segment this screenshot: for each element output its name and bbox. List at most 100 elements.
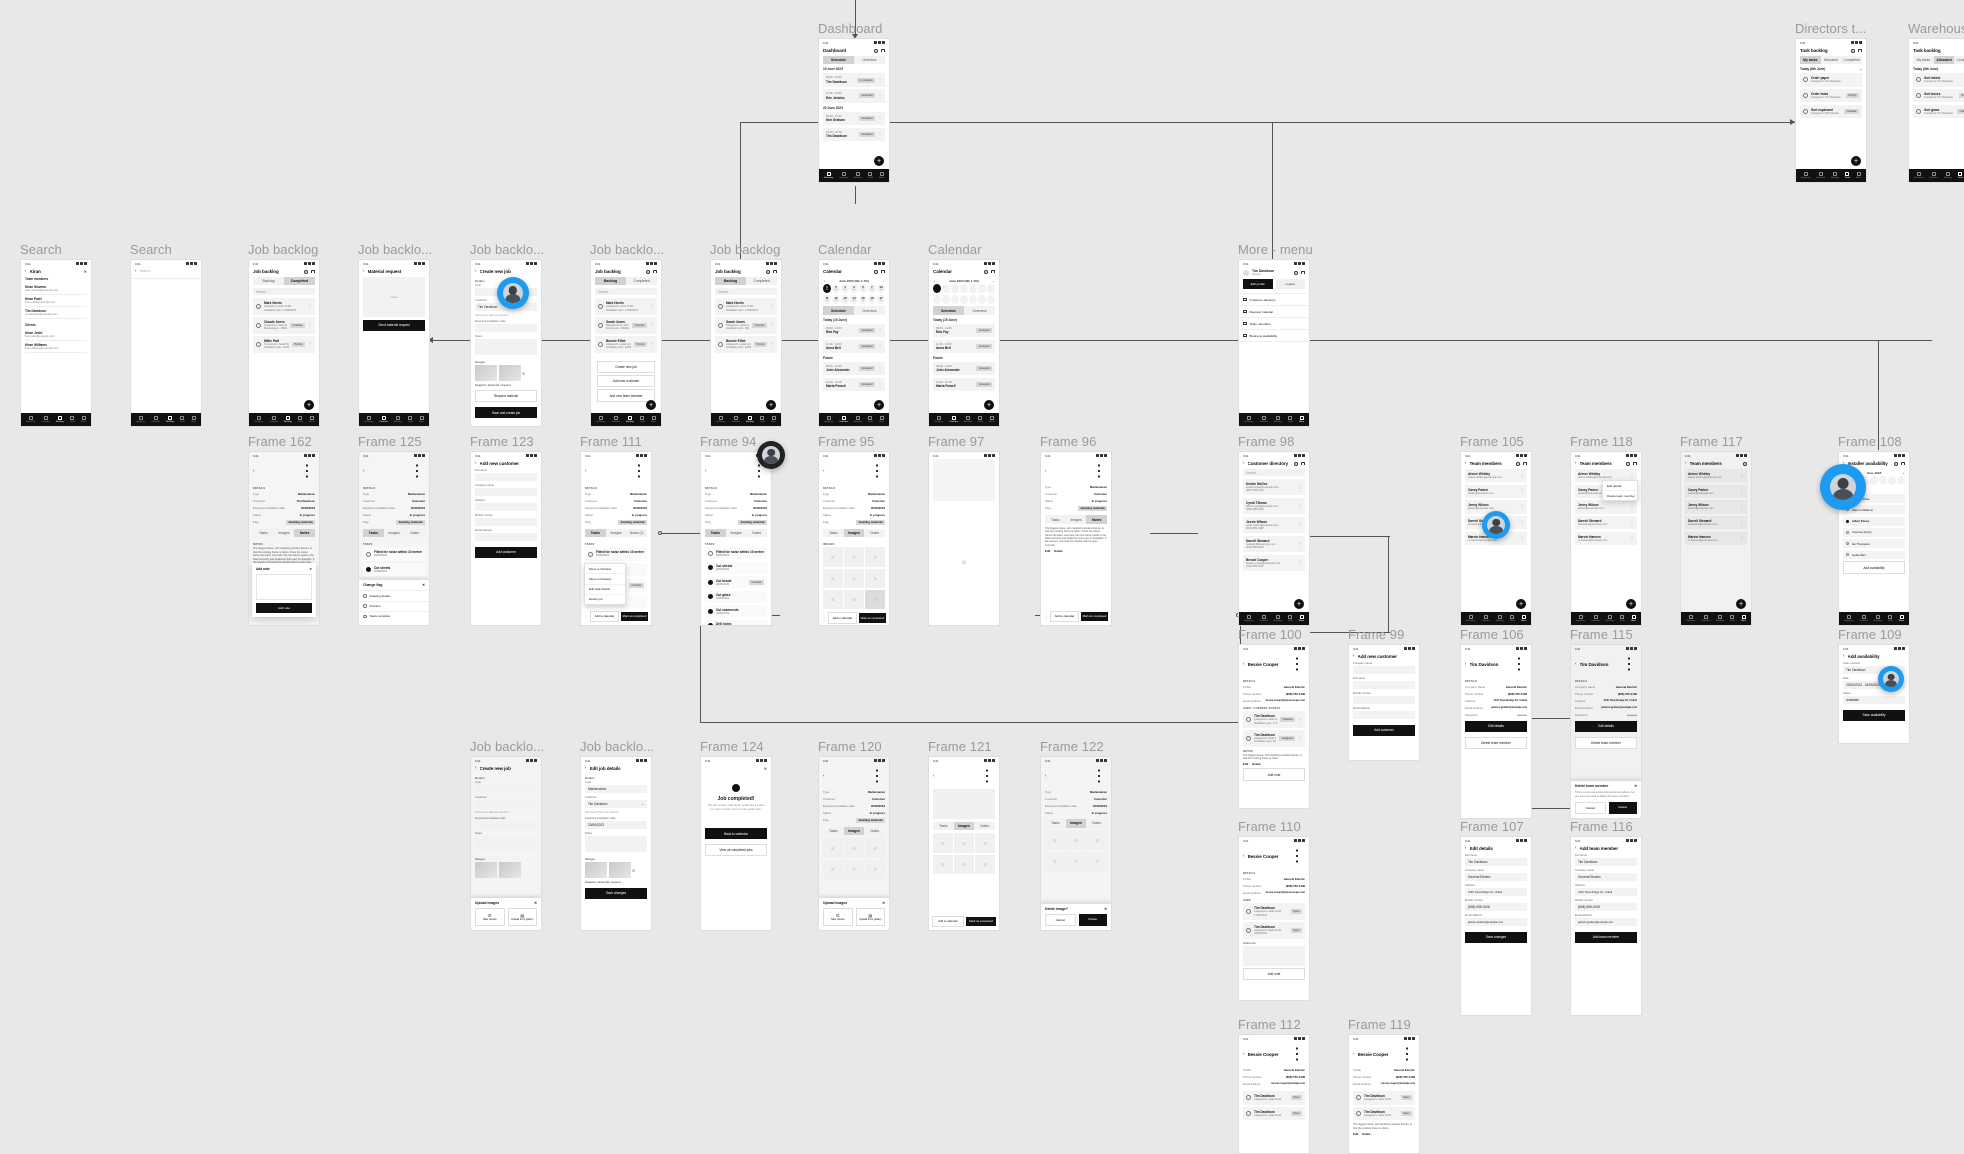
check-icon[interactable] [1246,1095,1251,1101]
field-input[interactable]: Tim Davidson [1465,858,1527,866]
list-item[interactable]: Jenny Wilson jwilson@example.com ⋮ [1575,500,1637,514]
tab-notes[interactable]: Notes [746,529,768,538]
radio-icon[interactable] [1846,530,1849,534]
field-hint[interactable]: Can't see it? Add new customer [585,811,647,814]
search-input[interactable]: Search... [253,288,315,296]
menu-add-team-member[interactable]: Add new team member [597,389,655,402]
field-status[interactable]: Status Available [1843,692,1905,704]
add-to-calendar-button[interactable]: Add to calendar [828,612,857,624]
list-item[interactable]: Tim DavidsonAssigned to Jade SmithInstal… [1243,711,1305,728]
phone-mock[interactable]: 9:41 ‹ Material request None Send materia… [358,259,430,427]
phone-mock[interactable]: 9:41 ‹ Add new customer Company name Full… [1348,644,1420,761]
nav-backlog[interactable]: Backlog [56,415,64,423]
chevron-down-icon[interactable]: ⌄ [1859,67,1862,71]
list-item[interactable]: Sort labels Created by Tim Davidson [1913,73,1964,87]
footer-actions[interactable]: Add to calendar Mark as completed [929,913,999,930]
image-grid[interactable]: ⊞ ⊞ ⊞ ⊞ ⊞ ⊞ [929,833,999,875]
frame-111[interactable]: Frame 111 9:41 ‹ ⋮ DETAILS Type Maintenanc… [580,435,652,626]
list-item[interactable]: 11:30 - 13:00 Eric Jenkins Accepted ⋮ [823,89,885,103]
search-input[interactable]: Search... [140,269,198,273]
field-input[interactable]: General Electric [1575,873,1637,881]
frame-search-results[interactable]: Search 9:41 ‹ Kiran ✕ Team members Kiran… [20,243,92,427]
phone-mock[interactable]: 9:41 ‹ ⋮ DETAILS Type Maintenance Customer… [580,451,652,626]
nav-calendar[interactable]: Calendar [731,415,740,423]
field-address[interactable]: Address 4140 Trevorbridge Crt, United [1575,884,1637,896]
footer-actions[interactable]: ⋮ Add to calendar Mark as completed [1041,608,1111,625]
check-icon[interactable] [1246,1111,1251,1117]
bottom-nav[interactable]: Summary Calendar Backlog Tasks More [1796,169,1866,182]
nav-summary[interactable]: Summary [1914,171,1923,179]
nav-more[interactable]: More [309,415,314,423]
search-icon[interactable] [1743,461,1747,466]
frame-dashboard[interactable]: Dashboard 9:41 Dashboard Schedule Overvi… [818,22,890,183]
frame-123[interactable]: Frame 123 9:41 ‹ Add new customer Full na… [470,435,542,626]
day-cell[interactable]: 4 Su [841,284,849,294]
kebab-icon[interactable]: ⋮ [878,132,882,136]
back-icon[interactable]: ‹ [823,773,825,779]
add-availability-button[interactable]: Add availability [1843,561,1905,574]
field-full-name[interactable]: Full name [1353,677,1415,689]
search-icon[interactable] [1516,461,1520,466]
tab-completed[interactable]: Completed [284,277,315,286]
back-icon[interactable]: ‹ [1353,654,1355,659]
image-cell[interactable]: ⊞ [823,547,843,568]
list-item[interactable]: Tim Davidson tim.davidson@example.com [25,307,87,319]
fab-menu[interactable]: Create new job Add new customer Add new … [597,360,655,402]
frame-120[interactable]: Frame 120 9:41 ‹ ⋮ Type Maintenance Custom… [818,740,890,931]
list-item[interactable]: Marvin Hansen m.hansen@example.com ⋮ [1575,531,1637,546]
thumbnail[interactable] [498,862,521,878]
edit-details-button[interactable]: Edit details [1575,720,1637,732]
list-item[interactable]: Cyndi Tillman tillman.cyndi@example.com (2… [1243,497,1305,515]
day-cell[interactable]: 17 Sa [877,295,885,305]
phone-mock[interactable]: 9:41 ‹ Customer directory Search... Krist… [1238,451,1310,626]
nav-tasks[interactable]: Tasks [1288,614,1293,622]
search-icon[interactable] [1294,461,1298,466]
nav-tasks[interactable]: Tasks [408,415,413,423]
search-input[interactable]: Search... [595,288,657,296]
task-list[interactable]: Sort labels Created by Tim Davidson Sort … [1909,73,1964,118]
delete-image-dialog[interactable]: Delete image? ✕ Cancel Delete [1041,903,1111,930]
phone-mock[interactable]: 9:41 ‹ ⋮ DETAILS Type Maintenance Customer… [358,451,430,626]
tab-backlog[interactable]: Backlog [715,277,746,286]
field-email[interactable]: Email address [475,529,537,541]
image-cell[interactable]: ⊞ [1087,851,1108,872]
field-input[interactable]: Tim Davidson [1575,858,1637,866]
tab-completed[interactable]: Completed [1841,56,1863,65]
list-item[interactable]: Cut casements20/06/2023 [705,605,767,618]
frame-118[interactable]: Frame 118 9:41 ‹ Team members Arlene Whit… [1570,435,1642,626]
delete-member-button[interactable]: Delete team member [1575,736,1637,750]
field-input[interactable] [475,473,537,481]
nav-tasks[interactable]: Tasks [1620,614,1625,622]
nav-calendar[interactable]: Calendar [1259,415,1268,423]
day-cell[interactable]: 5 Mo [832,284,840,294]
nav-calendar[interactable]: Calendar [379,415,388,423]
nav-summary[interactable]: Summary [824,171,833,179]
footer-actions[interactable]: ⋮ Add to calendar Mark as completed [581,608,651,625]
tab-bar[interactable]: My tasks Allocated Completed [1913,56,1964,65]
event-list[interactable]: 09:00 - 11:00 Rob Fay Accepted ⋮ 11:30 - 13… [819,323,889,354]
nav-calendar[interactable]: Calendar [1701,614,1710,622]
bell-icon[interactable] [1301,461,1305,466]
image-cell-selected[interactable]: ⊞ [865,589,886,610]
add-to-calendar-button[interactable]: Add to calendar [932,915,964,927]
view-completed-jobs-button[interactable]: View all completed jobs [705,843,767,857]
frame-106[interactable]: Frame 106 9:41 ‹ Tim Davidson ⋮ DETAILS Co… [1460,628,1532,819]
field-input[interactable] [475,503,537,511]
tab-notes[interactable]: Notes [1086,515,1108,524]
tab-bar[interactable]: Backlog Completed [595,277,657,286]
figma-canvas[interactable]: Dashboard 9:41 Dashboard Schedule Overvi… [0,0,1964,1154]
day-cell[interactable]: 10 Sa [877,284,885,294]
nav-summary[interactable]: Summary [934,415,943,423]
kebab-icon[interactable]: ⋮ [299,461,315,481]
phone-mock[interactable]: 9:41 Task backlog My tasks Allocated Com… [1795,38,1867,183]
back-icon[interactable]: ‹ [1353,1051,1355,1057]
list-item[interactable]: Sort boxesCreated by Tim DavidsonPriorit… [1913,89,1964,103]
add-button[interactable]: + [1626,599,1636,609]
check-icon[interactable] [1916,93,1921,99]
chevron-down-icon[interactable]: ⌄ [641,802,644,806]
nav-backlog[interactable]: Backlog [1716,614,1724,622]
field-mobile[interactable]: Mobile number [475,514,537,526]
field-select[interactable]: Tim Davidson ⌄ [585,800,647,808]
frame-116[interactable]: Frame 116 9:41 ‹ Add team member Full nam… [1570,820,1642,1016]
nav-more[interactable]: More [1299,415,1304,423]
